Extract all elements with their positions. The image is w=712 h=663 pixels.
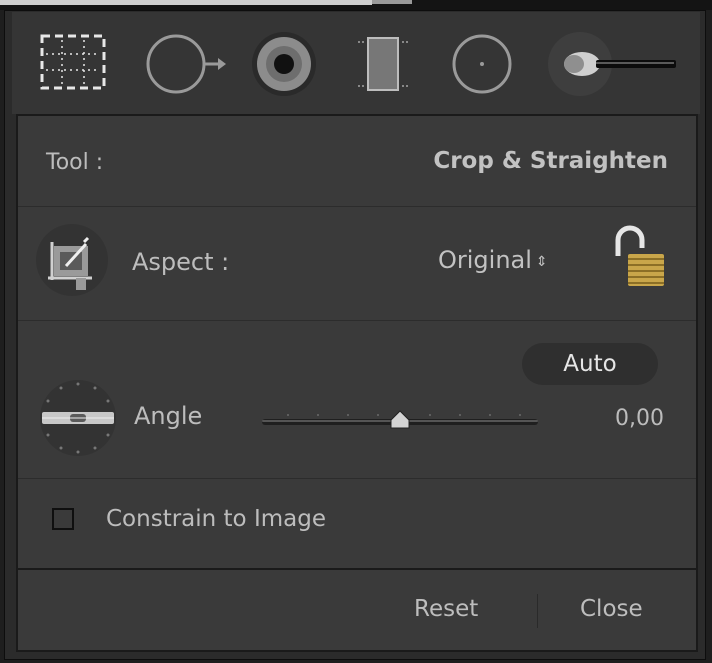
footer-divider	[18, 568, 696, 570]
adjustment-brush-icon[interactable]	[548, 32, 676, 96]
angle-label: Angle	[134, 402, 203, 430]
radial-filter-icon[interactable]	[452, 34, 512, 94]
window-top-strip	[0, 0, 712, 10]
aspect-dropdown[interactable]: Original ⇕	[438, 246, 548, 274]
window-top-edge	[0, 0, 372, 5]
level-icon[interactable]	[36, 376, 120, 460]
crop-overlay-icon[interactable]	[40, 34, 106, 90]
red-eye-icon[interactable]	[252, 32, 316, 96]
reset-button[interactable]: Reset	[414, 596, 478, 622]
constrain-checkbox[interactable]	[52, 508, 74, 530]
angle-slider-thumb[interactable]	[390, 410, 410, 429]
tool-value: Crop & Straighten	[433, 148, 668, 174]
aspect-icon[interactable]	[36, 224, 108, 296]
dropdown-arrows-icon: ⇕	[535, 254, 548, 270]
graduated-filter-icon[interactable]	[358, 37, 408, 91]
crop-panel: Tool : Crop & Straighten Aspect : Origin…	[16, 114, 698, 652]
tool-strip	[12, 12, 700, 114]
auto-button[interactable]: Auto	[522, 343, 658, 385]
divider	[18, 206, 696, 207]
angle-slider[interactable]	[258, 406, 542, 436]
button-separator	[537, 594, 538, 628]
aspect-label: Aspect :	[132, 248, 230, 276]
window-top-edge-accent	[372, 0, 412, 4]
close-button[interactable]: Close	[580, 596, 643, 622]
angle-value: 0,00	[615, 406, 664, 431]
divider	[18, 478, 696, 479]
constrain-label: Constrain to Image	[106, 506, 326, 532]
lock-open-icon[interactable]	[612, 220, 668, 290]
tool-label: Tool :	[46, 150, 104, 175]
divider	[18, 320, 696, 321]
aspect-dropdown-value: Original	[438, 246, 532, 274]
spot-removal-icon[interactable]	[146, 34, 226, 94]
